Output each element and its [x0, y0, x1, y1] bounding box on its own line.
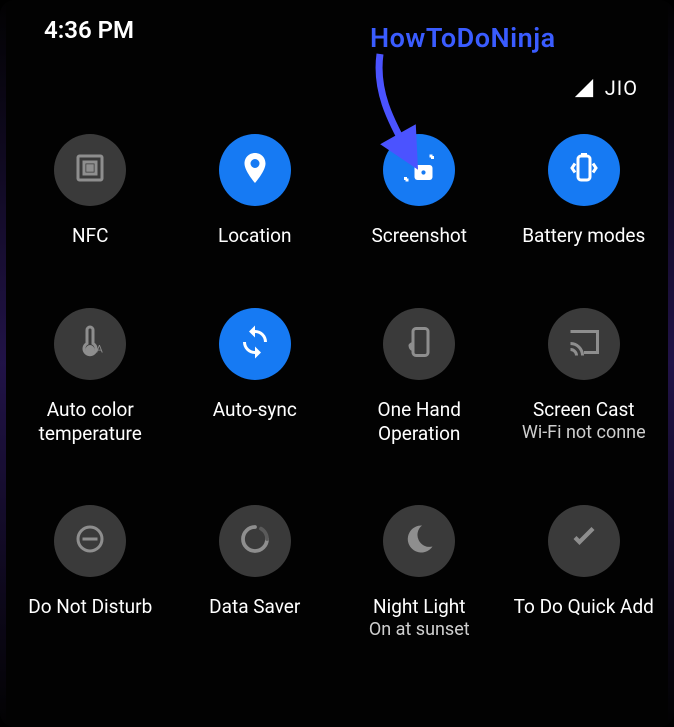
- tile-screen-cast[interactable]: Screen Cast Wi-Fi not conne: [502, 308, 667, 446]
- status-right: JIO: [573, 76, 638, 100]
- tile-battery-modes[interactable]: Battery modes: [502, 134, 667, 248]
- tile-night-light-sub: On at sunset: [369, 619, 470, 641]
- tiles-grid: NFC Location: [0, 120, 674, 641]
- data-saver-icon: [237, 521, 273, 561]
- tile-screen-cast-circle: [548, 308, 620, 380]
- tile-night-light-circle: [383, 505, 455, 577]
- check-icon: [566, 521, 602, 561]
- tile-do-not-disturb-label: Do Not Disturb: [28, 595, 152, 619]
- tile-location-circle: [219, 134, 291, 206]
- tile-night-light-label: Night Light: [373, 595, 465, 619]
- tile-location-label: Location: [218, 224, 292, 248]
- battery-icon: [566, 150, 602, 190]
- tile-one-hand-operation[interactable]: One Hand Operation: [337, 308, 502, 446]
- tile-auto-color-temperature[interactable]: A Auto color temperature: [8, 308, 173, 446]
- tile-night-light[interactable]: Night Light On at sunset: [337, 505, 502, 640]
- nfc-icon: [72, 150, 108, 190]
- moon-icon: [401, 521, 437, 561]
- tile-auto-sync-circle: [219, 308, 291, 380]
- status-bar: 4:36 PM: [0, 0, 674, 60]
- watermark-text: HowToDoNinja: [370, 22, 556, 54]
- status-time: 4:36 PM: [44, 16, 134, 44]
- tile-nfc[interactable]: NFC: [8, 134, 173, 248]
- cast-icon: [566, 324, 602, 364]
- carrier-label: JIO: [605, 76, 638, 100]
- tile-screenshot-label: Screenshot: [372, 224, 467, 248]
- screenshot-icon: [401, 150, 437, 190]
- location-icon: [237, 150, 273, 190]
- signal-icon: [573, 77, 595, 99]
- one-hand-icon: [401, 324, 437, 364]
- tile-one-hand-operation-label: One Hand Operation: [339, 398, 499, 446]
- tile-screen-cast-label: Screen Cast: [533, 398, 635, 422]
- tile-battery-modes-circle: [548, 134, 620, 206]
- tile-auto-color-temperature-circle: A: [54, 308, 126, 380]
- tile-battery-modes-label: Battery modes: [522, 224, 645, 248]
- quick-settings-panel: 4:36 PM JIO HowToDoNinja: [0, 0, 674, 727]
- tile-do-not-disturb[interactable]: Do Not Disturb: [8, 505, 173, 640]
- tile-location[interactable]: Location: [173, 134, 338, 248]
- sync-icon: [237, 324, 273, 364]
- tile-do-not-disturb-circle: [54, 505, 126, 577]
- tile-data-saver-label: Data Saver: [209, 595, 300, 619]
- dnd-icon: [72, 521, 108, 561]
- tile-screen-cast-sub: Wi-Fi not conne: [522, 422, 646, 444]
- tile-todo-quick-add[interactable]: To Do Quick Add: [502, 505, 667, 640]
- svg-text:A: A: [96, 342, 103, 355]
- tile-todo-quick-add-circle: [548, 505, 620, 577]
- thermometer-icon: A: [72, 324, 108, 364]
- tile-auto-sync-label: Auto-sync: [213, 398, 297, 422]
- tile-data-saver-circle: [219, 505, 291, 577]
- tile-todo-quick-add-label: To Do Quick Add: [514, 595, 654, 619]
- tile-nfc-circle: [54, 134, 126, 206]
- tile-auto-sync[interactable]: Auto-sync: [173, 308, 338, 446]
- tile-one-hand-operation-circle: [383, 308, 455, 380]
- tile-screenshot[interactable]: Screenshot: [337, 134, 502, 248]
- tile-nfc-label: NFC: [72, 224, 108, 248]
- tile-auto-color-temperature-label: Auto color temperature: [10, 398, 170, 446]
- tile-screenshot-circle: [383, 134, 455, 206]
- tile-data-saver[interactable]: Data Saver: [173, 505, 338, 640]
